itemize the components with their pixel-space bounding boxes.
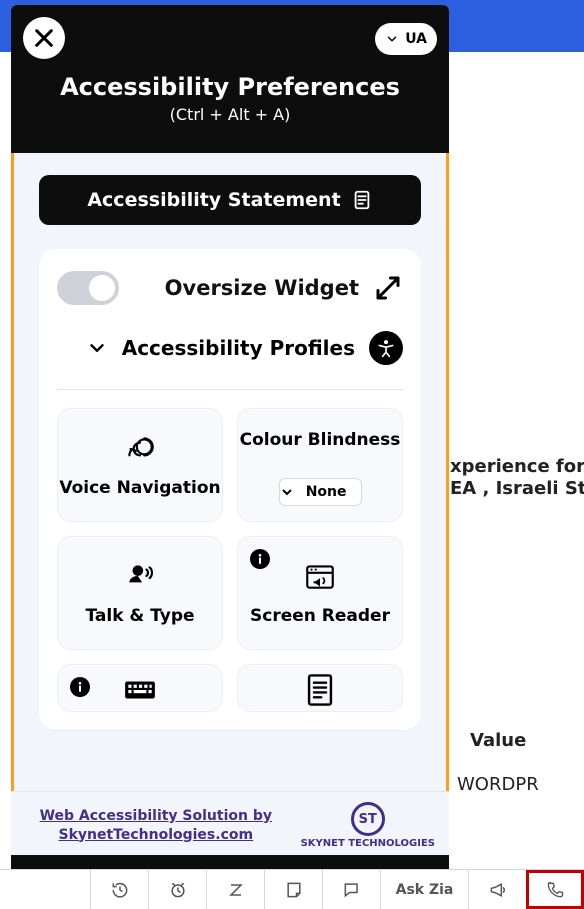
- megaphone-icon: [488, 880, 508, 900]
- accessibility-panel: UA Accessibility Preferences (Ctrl + Alt…: [11, 5, 449, 870]
- talk-icon: [123, 560, 157, 594]
- ask-zia-label: Ask Zia: [396, 882, 454, 898]
- panel-header: UA Accessibility Preferences (Ctrl + Alt…: [11, 5, 449, 153]
- panel-shortcut: (Ctrl + Alt + A): [23, 105, 437, 124]
- brand-logo[interactable]: ST SKYNET TECHNOLOGIES: [301, 802, 435, 849]
- document-lines-icon: [303, 673, 337, 707]
- toolbar-zia-button[interactable]: [206, 870, 264, 909]
- tile-colour-blindness[interactable]: Colour Blindness None: [237, 408, 403, 522]
- tile-document[interactable]: [237, 664, 403, 712]
- colour-blindness-select[interactable]: None: [279, 478, 362, 506]
- toolbar-ask-zia-button[interactable]: Ask Zia: [380, 870, 468, 909]
- close-icon: [33, 27, 55, 49]
- tile-label: Screen Reader: [250, 606, 390, 626]
- info-icon: [70, 677, 90, 697]
- tile-voice-navigation[interactable]: Voice Navigation: [57, 408, 223, 522]
- bg-text-line1: xperience for AD: [450, 456, 584, 477]
- table-header-value: Value: [470, 730, 526, 751]
- browser-speaker-icon: [303, 560, 337, 594]
- chevron-down-icon: [385, 32, 399, 46]
- document-icon: [351, 189, 373, 211]
- oversize-label: Oversize Widget: [133, 276, 359, 300]
- toolbar-announce-button[interactable]: [468, 870, 526, 909]
- language-code: UA: [405, 31, 427, 47]
- statement-label: Accessibility Statement: [87, 189, 340, 211]
- profiles-row[interactable]: Accessibility Profiles: [57, 331, 403, 365]
- credit-link[interactable]: Web Accessibility Solution bySkynetTechn…: [25, 807, 287, 845]
- alarm-icon: [168, 880, 188, 900]
- panel-title: Accessibility Preferences: [23, 73, 437, 101]
- toolbar-history-button[interactable]: [90, 870, 148, 909]
- bg-text-line2: EA , Israeli Stand: [450, 478, 584, 499]
- tile-label: Colour Blindness: [240, 430, 401, 450]
- tile-screen-reader[interactable]: Screen Reader: [237, 536, 403, 650]
- oversize-row: Oversize Widget: [57, 271, 403, 305]
- brand-name: SKYNET TECHNOLOGIES: [301, 838, 435, 849]
- table-cell-wordpr: WORDPR: [457, 774, 539, 795]
- accessibility-icon: [369, 331, 403, 365]
- tiles-grid: Voice Navigation Colour Blindness None T…: [57, 408, 403, 712]
- profiles-label: Accessibility Profiles: [122, 336, 355, 360]
- close-button[interactable]: [23, 17, 65, 59]
- options-card: Oversize Widget Accessibility Profiles V…: [39, 249, 421, 730]
- zia-icon: [226, 880, 246, 900]
- toolbar-chat-button[interactable]: [322, 870, 380, 909]
- tile-label: Talk & Type: [85, 606, 194, 626]
- info-icon: [250, 549, 270, 569]
- tile-keyboard[interactable]: [57, 664, 223, 712]
- divider: [57, 389, 403, 390]
- voice-icon: [123, 432, 157, 466]
- keyboard-icon: [123, 673, 157, 707]
- history-icon: [110, 880, 130, 900]
- toolbar-note-button[interactable]: [264, 870, 322, 909]
- oversize-toggle[interactable]: [57, 271, 119, 305]
- language-selector[interactable]: UA: [375, 23, 437, 55]
- bottom-toolbar: Ask Zia: [0, 869, 584, 909]
- sticky-note-icon: [284, 880, 304, 900]
- phone-icon: [545, 880, 565, 900]
- panel-footer: ST SKYNET TECHNOLOGIES Web Accessibility…: [11, 791, 449, 855]
- logo-badge: ST: [351, 802, 385, 836]
- accessibility-statement-button[interactable]: Accessibility Statement: [39, 175, 421, 225]
- toolbar-alarm-button[interactable]: [148, 870, 206, 909]
- chat-icon: [342, 880, 362, 900]
- panel-body: Accessibility Statement Oversize Widget …: [11, 153, 449, 752]
- expand-icon: [373, 273, 403, 303]
- chevron-down-icon: [86, 337, 108, 359]
- toolbar-phone-button[interactable]: [526, 870, 584, 909]
- tile-label: Voice Navigation: [59, 478, 220, 498]
- tile-talk-type[interactable]: Talk & Type: [57, 536, 223, 650]
